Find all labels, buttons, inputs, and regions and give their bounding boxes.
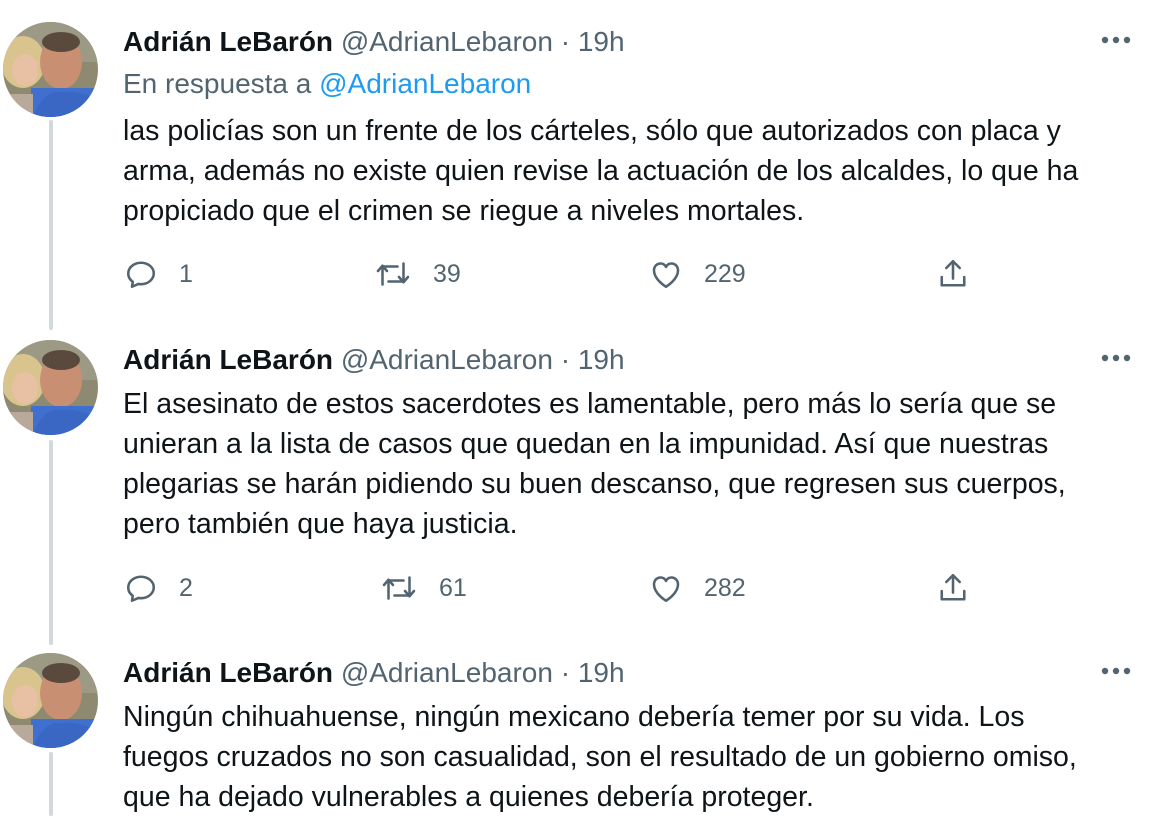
avatar[interactable] [3,340,98,435]
tweet-text: las policías son un frente de los cártel… [123,111,1143,231]
separator-dot: · [560,344,571,375]
retweet-icon [376,262,410,286]
reply-bubble-icon [126,575,156,603]
more-options-button[interactable] [1098,657,1134,685]
timestamp[interactable]: 19h [578,657,625,688]
heart-icon [652,576,680,603]
tweet-text-line: que ha dejado vulnerables a quienes debe… [123,781,814,813]
tweet-text-line: las policías son un frente de los cártel… [123,115,1061,147]
reply-button[interactable]: 2 [123,568,193,608]
retweet-icon [382,576,416,600]
tweet-header: Adrián LeBarón @AdrianLebaron · 19h [123,651,625,695]
tweet-actions: 1 39 229 [123,254,1023,294]
more-horizontal-icon [1101,354,1131,362]
timestamp[interactable]: 19h [578,344,625,375]
tweet[interactable]: Adrián LeBarón @AdrianLebaron · 19h El a… [0,338,1172,618]
display-name[interactable]: Adrián LeBarón [123,657,333,688]
like-button[interactable]: 229 [648,254,746,294]
reply-prefix: En respuesta a [123,68,312,99]
avatar[interactable] [3,653,98,748]
tweet-text: El asesinato de estos sacerdotes es lame… [123,384,1143,544]
like-count: 282 [704,573,746,602]
more-horizontal-icon [1101,36,1131,44]
reply-bubble-icon [126,261,156,289]
share-icon [940,259,966,287]
tweet-text-line: propiciado que el crimen se riegue a niv… [123,195,805,227]
reply-mention-link[interactable]: @AdrianLebaron [319,68,531,99]
reply-button[interactable]: 1 [123,254,193,294]
share-button[interactable] [935,254,971,294]
tweet-text-line: plegarias se harán pidiendo su buen desc… [123,468,1066,500]
retweet-button[interactable]: 39 [373,254,461,294]
tweet-header: Adrián LeBarón @AdrianLebaron · 19h [123,20,625,64]
reply-count: 1 [179,259,193,288]
tweet-text-line: Ningún chihuahuense, ningún mexicano deb… [123,701,1025,733]
user-handle[interactable]: @AdrianLebaron [341,657,553,688]
tweet-text-line: El asesinato de estos sacerdotes es lame… [123,388,1057,420]
tweet[interactable]: Adrián LeBarón @AdrianLebaron · 19h En r… [0,20,1172,320]
separator-dot: · [560,657,571,688]
retweet-button[interactable]: 61 [379,568,467,608]
tweet-text-line: pero también que haya justicia. [123,508,518,540]
separator-dot: · [560,26,571,57]
user-handle[interactable]: @AdrianLebaron [341,344,553,375]
tweet-text: Ningún chihuahuense, ningún mexicano deb… [123,697,1143,817]
tweet-header: Adrián LeBarón @AdrianLebaron · 19h [123,338,625,382]
like-count: 229 [704,259,746,288]
reply-context: En respuesta a @AdrianLebaron [123,64,531,104]
more-horizontal-icon [1101,667,1131,675]
tweet-actions: 2 61 282 [123,568,1023,608]
tweet-text-line: arma, además no existe quien revise la a… [123,155,1079,187]
heart-icon [652,262,680,289]
tweet-text-line: fuegos cruzados no son casualidad, son e… [123,741,1077,773]
share-button[interactable] [935,568,971,608]
timestamp[interactable]: 19h [578,26,625,57]
avatar[interactable] [3,22,98,117]
more-options-button[interactable] [1098,344,1134,372]
display-name[interactable]: Adrián LeBarón [123,26,333,57]
tweet-text-line: unieran a la lista de casos que quedan e… [123,428,1049,460]
like-button[interactable]: 282 [648,568,746,608]
share-icon [940,573,966,601]
more-options-button[interactable] [1098,26,1134,54]
reply-count: 2 [179,573,193,602]
display-name[interactable]: Adrián LeBarón [123,344,333,375]
retweet-count: 39 [433,259,461,288]
tweet[interactable]: Adrián LeBarón @AdrianLebaron · 19h Ning… [0,651,1172,816]
user-handle[interactable]: @AdrianLebaron [341,26,553,57]
retweet-count: 61 [439,573,467,602]
